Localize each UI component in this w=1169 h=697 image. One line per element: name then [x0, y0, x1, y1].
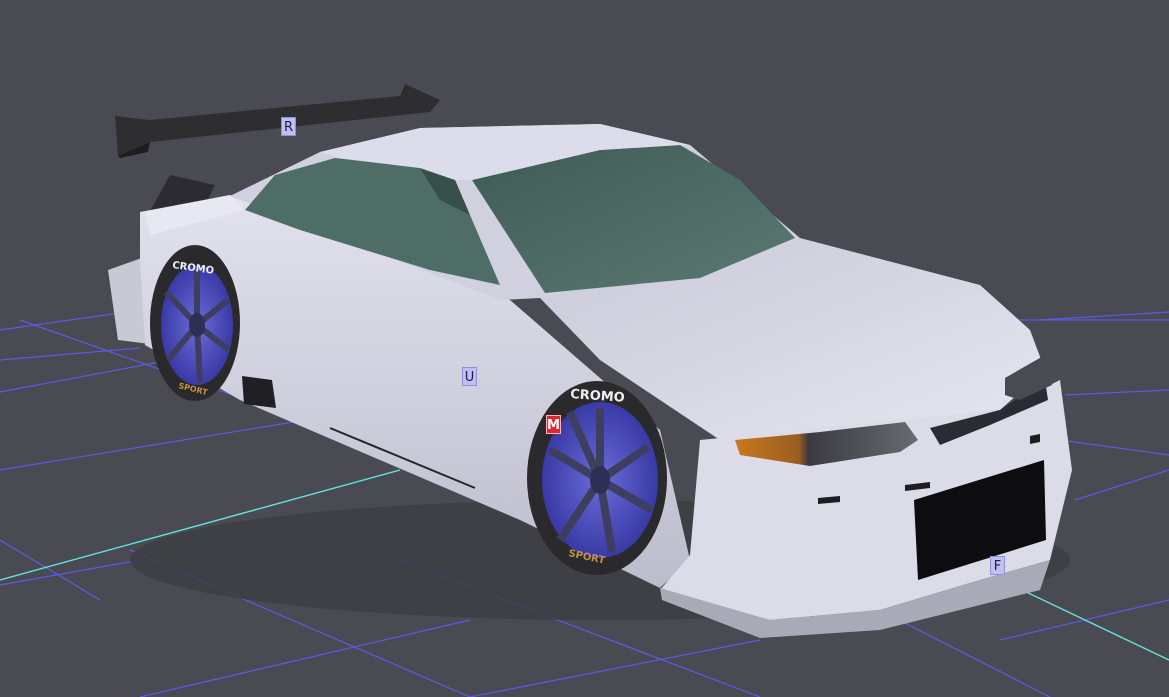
scene-canvas[interactable]: CROMO SPORT CROMO SPORT [0, 0, 1169, 697]
marker-r[interactable]: R [281, 117, 296, 136]
marker-u[interactable]: U [462, 367, 477, 386]
marker-m-selected[interactable]: M [546, 415, 561, 434]
3d-viewport[interactable]: CROMO SPORT CROMO SPORT R U M F [0, 0, 1169, 697]
marker-f[interactable]: F [990, 556, 1005, 575]
front-wheel: CROMO SPORT [527, 381, 667, 575]
rear-wheel: CROMO SPORT [150, 245, 240, 401]
